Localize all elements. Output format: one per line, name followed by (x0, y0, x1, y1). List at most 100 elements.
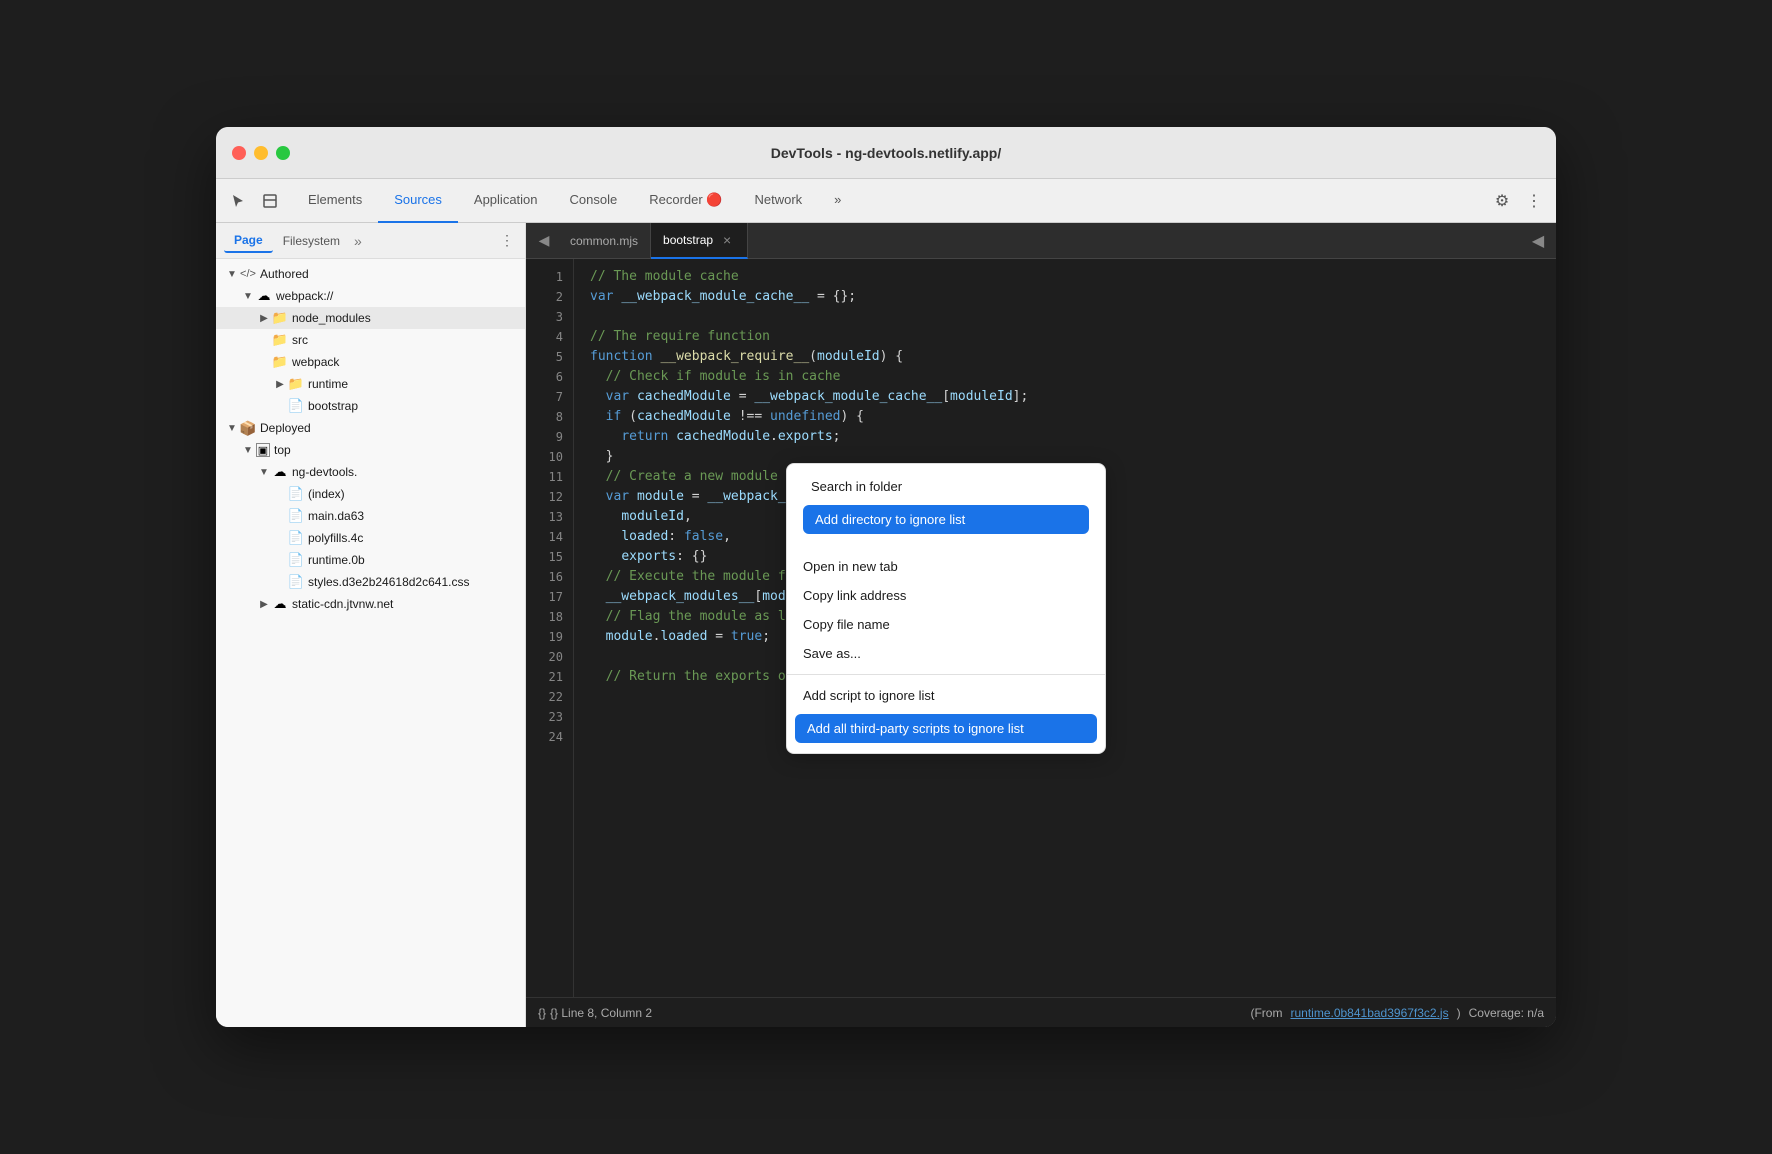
context-menu: Search in folder Add directory to ignore… (786, 463, 1106, 754)
tab-more[interactable]: » (818, 179, 857, 223)
sidebar-tab-page[interactable]: Page (224, 229, 273, 253)
ng-devtools-label: ng-devtools. (292, 465, 517, 479)
runtime-label: runtime (308, 377, 517, 391)
sidebar-dots-icon[interactable]: ⋮ (497, 231, 517, 251)
deployed-arrow-icon: ▼ (224, 420, 240, 436)
tab-recorder[interactable]: Recorder 🔴 (633, 179, 738, 223)
line-num-16: 16 (526, 567, 573, 587)
dock-icon[interactable] (256, 187, 284, 215)
runtime-file-label: runtime.0b (308, 553, 517, 567)
top-label: top (274, 443, 517, 457)
node-modules-item[interactable]: ▶ 📁 node_modules (216, 307, 525, 329)
node-modules-folder-icon: 📁 (272, 310, 288, 326)
tab-application[interactable]: Application (458, 179, 554, 223)
line-num-10: 10 (526, 447, 573, 467)
src-folder-icon: 📁 (272, 332, 288, 348)
line-num-4: 4 (526, 327, 573, 347)
cursor-icon[interactable] (224, 187, 252, 215)
sidebar-tab-filesystem[interactable]: Filesystem (273, 230, 350, 252)
line-num-22: 22 (526, 687, 573, 707)
deployed-label: Deployed (260, 421, 517, 435)
editor-tab-bootstrap[interactable]: bootstrap × (651, 223, 748, 259)
static-cdn-cloud-icon: ☁ (272, 596, 288, 612)
close-button[interactable] (232, 146, 246, 160)
styles-item[interactable]: ▶ 📄 styles.d3e2b24618d2c641.css (216, 571, 525, 593)
authored-arrow-icon: ▼ (224, 266, 240, 282)
status-source-label: (From (1250, 1006, 1282, 1020)
line-num-21: 21 (526, 667, 573, 687)
status-bar: {} {} Line 8, Column 2 (From runtime.0b8… (526, 997, 1556, 1027)
webpack-folder-item[interactable]: ▶ 📁 webpack (216, 351, 525, 373)
bootstrap-label: bootstrap (308, 399, 517, 413)
toolbar-right-actions: ⚙ ⋮ (1488, 187, 1548, 215)
code-line-1: // The module cache (590, 267, 1540, 287)
context-menu-search-in-folder[interactable]: Search in folder (795, 472, 1097, 501)
context-menu-add-directory[interactable]: Add directory to ignore list (803, 505, 1089, 534)
index-file-icon: 📄 (288, 486, 304, 502)
deployed-cube-icon: 📦 (240, 420, 256, 436)
webpack-arrow-icon: ▼ (240, 288, 256, 304)
static-cdn-label: static-cdn.jtvnw.net (292, 597, 517, 611)
code-line-5: function __webpack_require__(moduleId) { (590, 347, 1540, 367)
status-runtime-link[interactable]: runtime.0b841bad3967f3c2.js (1290, 1006, 1448, 1020)
top-item[interactable]: ▼ ▣ top (216, 439, 525, 461)
toolbar-navigation-icons (224, 187, 284, 215)
context-menu-open-new-tab[interactable]: Open in new tab (787, 552, 1105, 581)
authored-bracket-icon: </> (240, 266, 256, 282)
maximize-button[interactable] (276, 146, 290, 160)
tab-sources[interactable]: Sources (378, 179, 458, 223)
context-menu-add-all-third-party[interactable]: Add all third-party scripts to ignore li… (795, 714, 1097, 743)
editor-dock-right-icon[interactable]: ◀ (1524, 227, 1552, 255)
editor-tabs-bar: ◀ common.mjs bootstrap × ◀ (526, 223, 1556, 259)
more-options-icon[interactable]: ⋮ (1520, 187, 1548, 215)
bootstrap-item[interactable]: ▶ 📄 bootstrap (216, 395, 525, 417)
tab-console[interactable]: Console (554, 179, 634, 223)
polyfills-item[interactable]: ▶ 📄 polyfills.4c (216, 527, 525, 549)
context-menu-add-script-ignore[interactable]: Add script to ignore list (787, 681, 1105, 710)
main-tabs: Elements Sources Application Console Rec… (292, 179, 857, 222)
polyfills-label: polyfills.4c (308, 531, 517, 545)
line-num-8: 8 (526, 407, 573, 427)
node-modules-arrow-icon: ▶ (256, 310, 272, 326)
window-title: DevTools - ng-devtools.netlify.app/ (771, 145, 1002, 161)
webpack-section[interactable]: ▼ ☁ webpack:// (216, 285, 525, 307)
authored-section-header[interactable]: ▼ </> Authored (216, 263, 525, 285)
sidebar-tabs-more[interactable]: » (354, 233, 362, 249)
webpack-folder-label: webpack (292, 355, 517, 369)
context-menu-copy-filename[interactable]: Copy file name (787, 610, 1105, 639)
context-menu-save-as[interactable]: Save as... (787, 639, 1105, 668)
runtime-file-item[interactable]: ▶ 📄 runtime.0b (216, 549, 525, 571)
line-num-9: 9 (526, 427, 573, 447)
ng-devtools-cloud-icon: ☁ (272, 464, 288, 480)
line-num-18: 18 (526, 607, 573, 627)
file-tree: ▼ </> Authored ▼ ☁ webpack:// ▶ 📁 node_m… (216, 259, 525, 1027)
editor-back-icon[interactable]: ◀ (530, 227, 558, 255)
context-menu-top: Search in folder Add directory to ignore… (787, 464, 1105, 546)
ng-devtools-item[interactable]: ▼ ☁ ng-devtools. (216, 461, 525, 483)
runtime-item[interactable]: ▶ 📁 runtime (216, 373, 525, 395)
src-label: src (292, 333, 517, 347)
line-num-17: 17 (526, 587, 573, 607)
sidebar-action-buttons: ⋮ (497, 231, 517, 251)
line-num-19: 19 (526, 627, 573, 647)
editor-tab-common[interactable]: common.mjs (558, 223, 651, 259)
main-item[interactable]: ▶ 📄 main.da63 (216, 505, 525, 527)
context-menu-middle: Open in new tab Copy link address Copy f… (787, 546, 1105, 674)
tab-network[interactable]: Network (738, 179, 818, 223)
top-box-icon: ▣ (256, 443, 270, 457)
src-item[interactable]: ▶ 📁 src (216, 329, 525, 351)
context-menu-copy-link[interactable]: Copy link address (787, 581, 1105, 610)
static-cdn-item[interactable]: ▶ ☁ static-cdn.jtvnw.net (216, 593, 525, 615)
editor-tab-close-icon[interactable]: × (719, 232, 735, 248)
code-line-8: if (cachedModule !== undefined) { (590, 407, 1540, 427)
minimize-button[interactable] (254, 146, 268, 160)
deployed-section-header[interactable]: ▼ 📦 Deployed (216, 417, 525, 439)
settings-icon[interactable]: ⚙ (1488, 187, 1516, 215)
tab-elements[interactable]: Elements (292, 179, 378, 223)
line-num-13: 13 (526, 507, 573, 527)
status-right: (From runtime.0b841bad3967f3c2.js ) Cove… (1250, 1006, 1544, 1020)
index-label: (index) (308, 487, 517, 501)
polyfills-file-icon: 📄 (288, 530, 304, 546)
index-item[interactable]: ▶ 📄 (index) (216, 483, 525, 505)
status-coverage: Coverage: n/a (1469, 1006, 1544, 1020)
